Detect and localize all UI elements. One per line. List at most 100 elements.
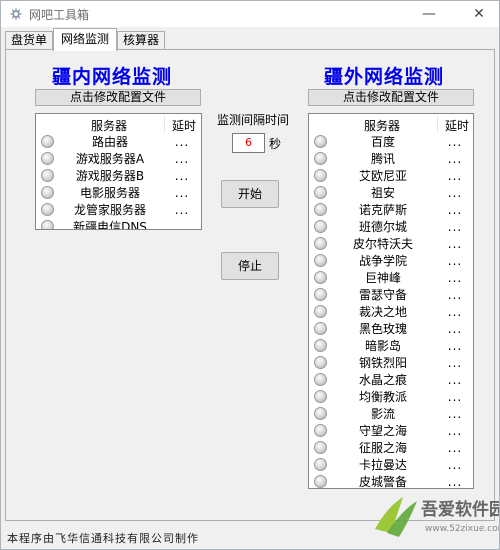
column-latency[interactable]: 延时 xyxy=(172,117,196,134)
server-name: 守望之海 xyxy=(358,424,407,438)
server-latency: ... xyxy=(447,356,463,370)
server-name: 艾欧尼亚 xyxy=(358,169,407,183)
status-indicator-icon[interactable] xyxy=(314,373,327,386)
overseas-server-list[interactable]: 服务器 延时 百度... 腾讯... 艾欧尼亚... 祖安... 诺克萨斯... 班德尔城… xyxy=(308,113,474,489)
status-indicator-icon[interactable] xyxy=(41,169,54,182)
status-indicator-icon[interactable] xyxy=(41,186,54,199)
status-indicator-icon[interactable] xyxy=(314,339,327,352)
server-row[interactable]: 守望之海... xyxy=(309,423,473,439)
status-indicator-icon[interactable] xyxy=(314,424,327,437)
interval-input[interactable]: 6 xyxy=(232,133,265,153)
status-indicator-icon[interactable] xyxy=(314,254,327,267)
server-name: 黑色玫瑰 xyxy=(358,322,407,336)
server-row[interactable]: 钢铁烈阳... xyxy=(309,355,473,371)
server-row[interactable]: 百度... xyxy=(309,134,473,150)
server-row[interactable]: 影流... xyxy=(309,406,473,422)
interval-label: 监测间隔时间 xyxy=(217,113,290,127)
tab-network-monitor[interactable]: 网络监测 xyxy=(53,28,117,51)
status-indicator-icon[interactable] xyxy=(314,169,327,182)
server-row[interactable]: 腾讯... xyxy=(309,151,473,167)
server-row[interactable]: 新疆电信DNS... xyxy=(36,219,201,230)
status-indicator-icon[interactable] xyxy=(314,356,327,369)
server-name: 卡拉曼达 xyxy=(358,458,407,472)
status-indicator-icon[interactable] xyxy=(314,475,327,488)
server-row[interactable]: 祖安... xyxy=(309,185,473,201)
status-indicator-icon[interactable] xyxy=(314,271,327,284)
status-indicator-icon[interactable] xyxy=(314,390,327,403)
server-name: 裁决之地 xyxy=(358,305,407,319)
server-row[interactable]: 黑色玫瑰... xyxy=(309,321,473,337)
server-row[interactable]: 水晶之痕... xyxy=(309,372,473,388)
server-latency: ... xyxy=(447,237,463,251)
left-edit-config-button[interactable]: 点击修改配置文件 xyxy=(35,89,201,106)
server-row[interactable]: 皮尔特沃夫... xyxy=(309,236,473,252)
server-name: 新疆电信DNS xyxy=(73,220,147,230)
status-indicator-icon[interactable] xyxy=(41,203,54,216)
interval-unit: 秒 xyxy=(269,137,282,151)
close-button[interactable]: ✕ xyxy=(459,1,499,27)
server-latency: ... xyxy=(447,407,463,421)
server-row[interactable]: 均衡教派... xyxy=(309,389,473,405)
server-name: 电影服务器 xyxy=(79,186,140,200)
server-latency: ... xyxy=(447,254,463,268)
server-row[interactable]: 游戏服务器A... xyxy=(36,151,201,167)
status-indicator-icon[interactable] xyxy=(41,220,54,229)
status-indicator-icon[interactable] xyxy=(314,135,327,148)
server-row[interactable]: 龙管家服务器... xyxy=(36,202,201,218)
server-row[interactable]: 班德尔城... xyxy=(309,219,473,235)
tab-calculator[interactable]: 核算器 xyxy=(117,31,165,50)
server-row[interactable]: 游戏服务器B... xyxy=(36,168,201,184)
server-latency: ... xyxy=(447,288,463,302)
status-indicator-icon[interactable] xyxy=(41,135,54,148)
server-row[interactable]: 征服之海... xyxy=(309,440,473,456)
title-bar[interactable]: 网吧工具箱 — ✕ xyxy=(1,1,499,27)
column-server[interactable]: 服务器 xyxy=(364,117,400,134)
server-row[interactable]: 诺克萨斯... xyxy=(309,202,473,218)
server-row[interactable]: 巨神峰... xyxy=(309,270,473,286)
server-row[interactable]: 暗影岛... xyxy=(309,338,473,354)
right-edit-config-button[interactable]: 点击修改配置文件 xyxy=(308,89,474,106)
server-name: 百度 xyxy=(370,135,395,149)
server-latency: ... xyxy=(174,203,190,217)
server-latency: ... xyxy=(174,135,190,149)
status-indicator-icon[interactable] xyxy=(314,305,327,318)
server-name: 战争学院 xyxy=(358,254,407,268)
watermark-logo: 吾爱软件园 www.52zixue.com xyxy=(375,497,499,537)
minimize-button[interactable]: — xyxy=(409,1,449,27)
server-row[interactable]: 卡拉曼达... xyxy=(309,457,473,473)
tab-inventory[interactable]: 盘货单 xyxy=(5,31,53,50)
server-name: 巨神峰 xyxy=(364,271,401,285)
status-indicator-icon[interactable] xyxy=(314,220,327,233)
server-row[interactable]: 路由器... xyxy=(36,134,201,150)
server-row[interactable]: 电影服务器... xyxy=(36,185,201,201)
server-name: 征服之海 xyxy=(358,441,407,455)
server-latency: ... xyxy=(447,152,463,166)
status-indicator-icon[interactable] xyxy=(314,237,327,250)
status-indicator-icon[interactable] xyxy=(41,152,54,165)
server-name: 水晶之痕 xyxy=(358,373,407,387)
column-server[interactable]: 服务器 xyxy=(91,117,127,134)
status-indicator-icon[interactable] xyxy=(314,203,327,216)
start-button[interactable]: 开始 xyxy=(221,180,279,208)
server-latency: ... xyxy=(447,186,463,200)
status-indicator-icon[interactable] xyxy=(314,458,327,471)
status-indicator-icon[interactable] xyxy=(314,322,327,335)
server-row[interactable]: 战争学院... xyxy=(309,253,473,269)
server-latency: ... xyxy=(447,390,463,404)
server-name: 雷瑟守备 xyxy=(358,288,407,302)
server-row[interactable]: 艾欧尼亚... xyxy=(309,168,473,184)
status-indicator-icon[interactable] xyxy=(314,288,327,301)
domestic-server-list[interactable]: 服务器 延时 路由器... 游戏服务器A... 游戏服务器B... 电影服务器... 龙… xyxy=(35,113,202,230)
server-row[interactable]: 裁决之地... xyxy=(309,304,473,320)
status-indicator-icon[interactable] xyxy=(314,441,327,454)
status-indicator-icon[interactable] xyxy=(314,186,327,199)
server-name: 游戏服务器B xyxy=(75,169,145,183)
status-indicator-icon[interactable] xyxy=(314,152,327,165)
stop-button[interactable]: 停止 xyxy=(221,252,279,280)
server-latency: ... xyxy=(447,441,463,455)
status-indicator-icon[interactable] xyxy=(314,407,327,420)
server-latency: ... xyxy=(174,186,190,200)
server-name: 均衡教派 xyxy=(358,390,407,404)
server-row[interactable]: 雷瑟守备... xyxy=(309,287,473,303)
column-latency[interactable]: 延时 xyxy=(445,117,469,134)
